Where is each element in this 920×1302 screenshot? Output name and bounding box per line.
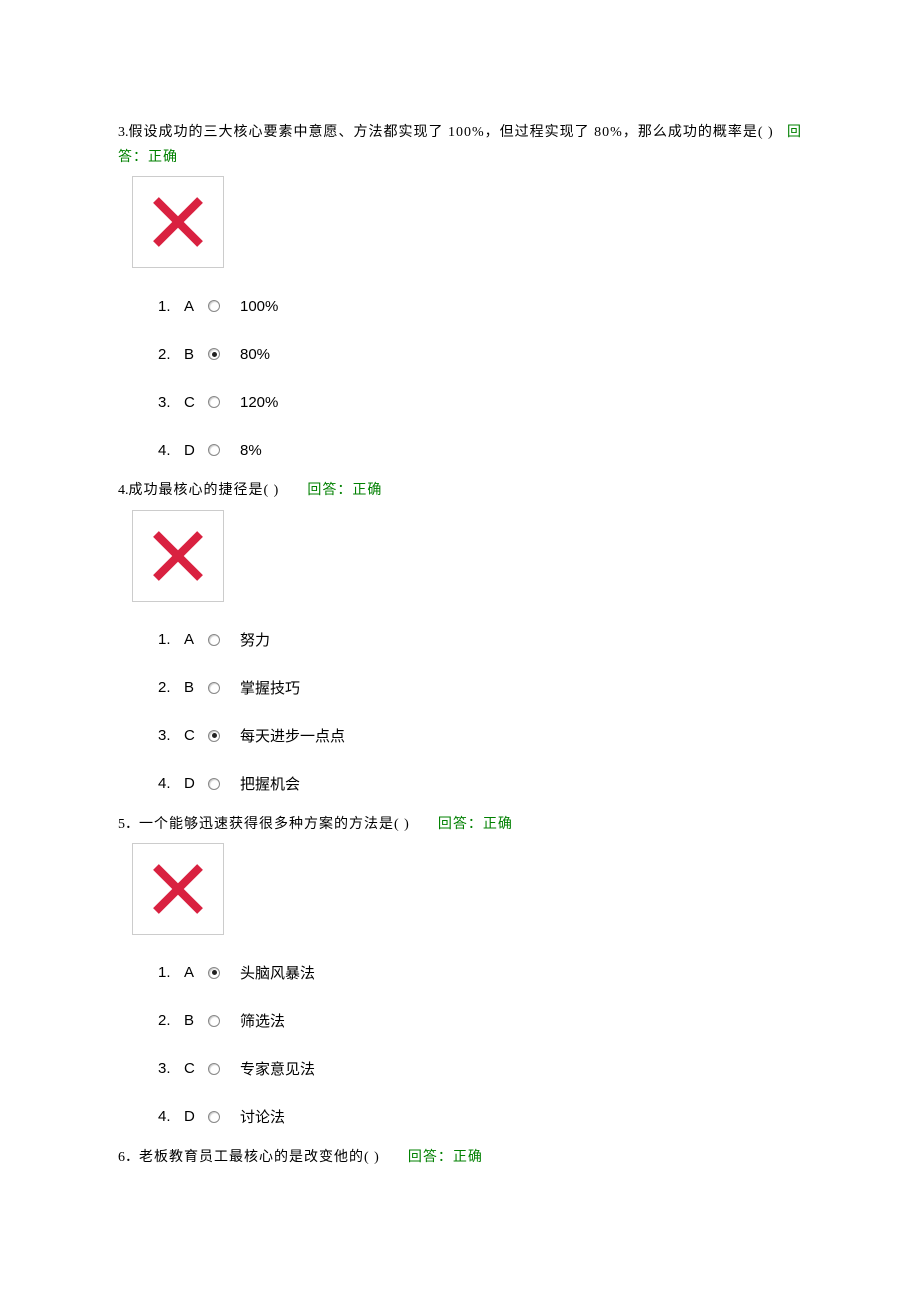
question-text: 一个能够迅速获得很多种方案的方法是( ) [139,817,410,832]
option-text: 掌握技巧 [236,677,300,698]
option-text: 努力 [236,629,270,650]
option-radio[interactable] [208,967,220,979]
option-row[interactable]: 2.B 筛选法 [158,997,802,1045]
option-radio[interactable] [208,682,220,694]
option-index: 2. [158,679,184,696]
answer-feedback-continued: 答：正确 [118,150,178,165]
option-row[interactable]: 4.D 把握机会 [158,760,802,808]
question-header: 4.成功最核心的捷径是( ) 回答：正确 [118,478,802,503]
question-text: 假设成功的三大核心要素中意愿、方法都实现了 100%，但过程实现了 80%，那么… [129,125,774,140]
option-radio[interactable] [208,300,220,312]
option-letter: D [184,1108,208,1125]
option-text: 把握机会 [236,773,300,794]
answer-feedback: 回答：正确 [438,817,513,832]
option-text: 80% [236,346,270,363]
mark-box [132,843,224,935]
option-row[interactable]: 1.A 100% [158,282,802,330]
option-letter: D [184,775,208,792]
option-row[interactable]: 3.C 120% [158,378,802,426]
option-letter: C [184,1060,208,1077]
options-list: 1.A 100% 2.B 80% 3.C 120% 4.D 8% [118,282,802,474]
option-row[interactable]: 2.B 掌握技巧 [158,664,802,712]
option-row[interactable]: 2.B 80% [158,330,802,378]
option-row[interactable]: 3.C 专家意见法 [158,1045,802,1093]
option-index: 1. [158,298,184,315]
question-header: 5．一个能够迅速获得很多种方案的方法是( ) 回答：正确 [118,812,802,837]
question-block: 5．一个能够迅速获得很多种方案的方法是( ) 回答：正确 1.A 头脑风暴法 2.B 筛选… [118,812,802,1141]
options-list: 1.A 努力 2.B 掌握技巧 3.C 每天进步一点点 4.D 把握机会 [118,616,802,808]
options-list: 1.A 头脑风暴法 2.B 筛选法 3.C 专家意见法 4.D 讨论法 [118,949,802,1141]
answer-feedback: 回答：正确 [408,1150,483,1165]
option-letter: C [184,394,208,411]
option-radio[interactable] [208,348,220,360]
question-text: 成功最核心的捷径是( ) [129,483,280,498]
x-mark-icon [149,193,207,251]
option-letter: A [184,964,208,981]
option-index: 2. [158,346,184,363]
answer-feedback: 回 [787,120,802,145]
question-number: 6． [118,1150,139,1165]
option-index: 2. [158,1012,184,1029]
option-index: 3. [158,394,184,411]
option-row[interactable]: 4.D 8% [158,426,802,474]
option-row[interactable]: 1.A 头脑风暴法 [158,949,802,997]
question-block: 6．老板教育员工最核心的是改变他的( ) 回答：正确 [118,1145,802,1170]
question-header: 6．老板教育员工最核心的是改变他的( ) 回答：正确 [118,1145,802,1170]
option-row[interactable]: 4.D 讨论法 [158,1093,802,1141]
option-letter: B [184,1012,208,1029]
option-index: 1. [158,631,184,648]
option-radio[interactable] [208,1063,220,1075]
option-text: 讨论法 [236,1106,285,1127]
option-index: 1. [158,964,184,981]
option-radio[interactable] [208,396,220,408]
option-text: 100% [236,298,278,315]
option-radio[interactable] [208,778,220,790]
question-number: 5． [118,817,139,832]
option-text: 筛选法 [236,1010,285,1031]
option-text: 每天进步一点点 [236,725,345,746]
question-block: 4.成功最核心的捷径是( )回答：正确1.A努力2.B掌握技巧3.C每天进步一点… [118,478,802,807]
option-letter: C [184,727,208,744]
option-letter: D [184,442,208,459]
answer-feedback: 回答：正确 [307,483,382,498]
option-radio[interactable] [208,1111,220,1123]
option-index: 3. [158,727,184,744]
option-text: 头脑风暴法 [236,962,315,983]
x-mark-icon [149,860,207,918]
question-number: 4. [118,483,129,498]
option-radio[interactable] [208,444,220,456]
option-text: 120% [236,394,278,411]
option-text: 专家意见法 [236,1058,315,1079]
option-index: 3. [158,1060,184,1077]
option-radio[interactable] [208,730,220,742]
question-block: 3.假设成功的三大核心要素中意愿、方法都实现了 100%，但过程实现了 80%，… [118,120,802,474]
question-text: 老板教育员工最核心的是改变他的( ) [139,1150,380,1165]
option-row[interactable]: 1.A 努力 [158,616,802,664]
option-letter: A [184,298,208,315]
option-index: 4. [158,775,184,792]
option-row[interactable]: 3.C 每天进步一点点 [158,712,802,760]
option-letter: A [184,631,208,648]
option-radio[interactable] [208,634,220,646]
option-radio[interactable] [208,1015,220,1027]
option-letter: B [184,679,208,696]
question-header: 3.假设成功的三大核心要素中意愿、方法都实现了 100%，但过程实现了 80%，… [118,120,802,170]
mark-box [132,510,224,602]
option-index: 4. [158,442,184,459]
x-mark-icon [149,527,207,585]
option-text: 8% [236,442,262,459]
option-letter: B [184,346,208,363]
option-index: 4. [158,1108,184,1125]
mark-box [132,176,224,268]
question-number: 3. [118,125,129,140]
